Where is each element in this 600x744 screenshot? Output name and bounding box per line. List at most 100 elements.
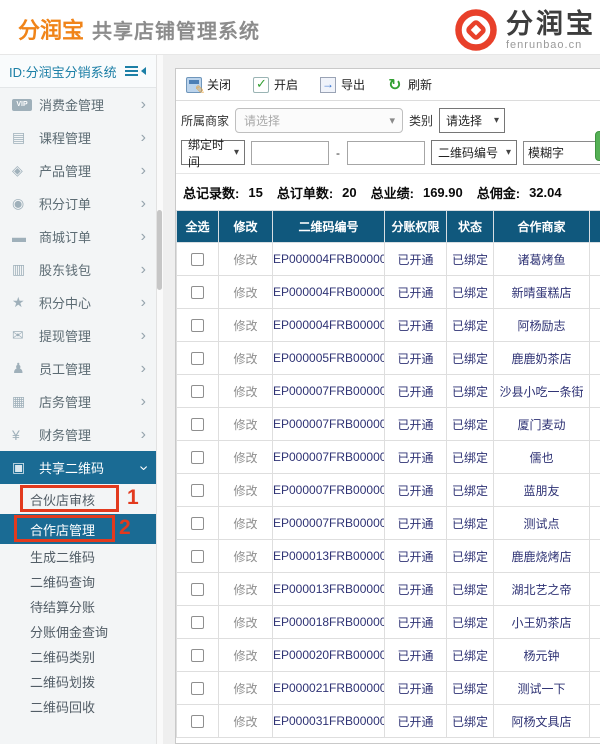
edit-link[interactable]: 修改 bbox=[233, 550, 257, 564]
withdraw-icon: ✉ bbox=[12, 328, 32, 344]
sidebar-item-mall-order[interactable]: ▬商城订单› bbox=[0, 220, 156, 253]
sidebar-item-product[interactable]: ◈产品管理› bbox=[0, 154, 156, 187]
row-checkbox[interactable] bbox=[191, 550, 204, 563]
sidebar-item-finance[interactable]: ¥财务管理› bbox=[0, 418, 156, 451]
sidebar-subitem-coop-store-manage[interactable]: 合作店管理2 bbox=[0, 514, 156, 544]
row-checkbox[interactable] bbox=[191, 616, 204, 629]
row-checkbox[interactable] bbox=[191, 286, 204, 299]
vip-icon: VIP bbox=[12, 99, 32, 111]
sidebar-item-shareholder-wallet[interactable]: ▥股东钱包› bbox=[0, 253, 156, 286]
sidebar-item-course[interactable]: ▤课程管理› bbox=[0, 121, 156, 154]
edit-link[interactable]: 修改 bbox=[233, 286, 257, 300]
permission-status: 已开通 bbox=[385, 309, 447, 342]
merchant-select[interactable]: 请选择 ▾ bbox=[235, 108, 403, 133]
extra-cell bbox=[590, 243, 600, 276]
sidebar-item-label: 积分订单 bbox=[39, 194, 141, 213]
refresh-button[interactable]: 刷新 bbox=[387, 76, 432, 93]
bind-status: 已绑定 bbox=[447, 408, 494, 441]
permission-status: 已开通 bbox=[385, 639, 447, 672]
logo-text: 分润宝 bbox=[506, 9, 596, 39]
bind-status: 已绑定 bbox=[447, 474, 494, 507]
row-checkbox[interactable] bbox=[191, 352, 204, 365]
edit-link[interactable]: 修改 bbox=[233, 682, 257, 696]
table-row: 修改EP000021FRB0000001已开通已绑定测试一下 bbox=[177, 672, 600, 705]
row-checkbox[interactable] bbox=[191, 253, 204, 266]
edit-link[interactable]: 修改 bbox=[233, 616, 257, 630]
permission-status: 已开通 bbox=[385, 441, 447, 474]
open-button[interactable]: 开启 bbox=[253, 76, 298, 93]
edit-link[interactable]: 修改 bbox=[233, 319, 257, 333]
toolbar-button-label: 关闭 bbox=[207, 76, 231, 93]
edit-link[interactable]: 修改 bbox=[233, 418, 257, 432]
column-header: 修改 bbox=[219, 211, 273, 243]
column-header: 分账权限 bbox=[385, 211, 447, 243]
sidebar-subitem-qrcode-transfer[interactable]: 二维码划拨 bbox=[0, 669, 156, 694]
edit-link[interactable]: 修改 bbox=[233, 352, 257, 366]
sidebar-item-label: 店务管理 bbox=[39, 392, 141, 411]
row-checkbox[interactable] bbox=[191, 418, 204, 431]
sidebar-subitem-label: 二维码划拨 bbox=[30, 672, 95, 691]
edit-link[interactable]: 修改 bbox=[233, 649, 257, 663]
row-checkbox[interactable] bbox=[191, 649, 204, 662]
sidebar-subitem-qrcode-query[interactable]: 二维码查询 bbox=[0, 569, 156, 594]
sidebar-subitem-generate-qrcode[interactable]: 生成二维码 bbox=[0, 544, 156, 569]
staff-icon: ♟ bbox=[12, 361, 32, 377]
row-checkbox[interactable] bbox=[191, 385, 204, 398]
export-button[interactable]: 导出 bbox=[320, 76, 365, 93]
filter-bar: 所属商家 请选择 ▾ 类别 请选择 ▾ 绑定时间 ▾ bbox=[176, 101, 600, 174]
sidebar-item-shared-qrcode[interactable]: ▣共享二维码› bbox=[0, 451, 156, 484]
bind-status: 已绑定 bbox=[447, 507, 494, 540]
scrollbar-thumb[interactable] bbox=[157, 210, 162, 290]
edit-link[interactable]: 修改 bbox=[233, 583, 257, 597]
sidebar-subitem-partner-store-audit[interactable]: 合伙店审核1 bbox=[0, 484, 156, 514]
date-to-input[interactable] bbox=[347, 141, 425, 165]
bind-status: 已绑定 bbox=[447, 606, 494, 639]
bind-status: 已绑定 bbox=[447, 342, 494, 375]
row-checkbox[interactable] bbox=[191, 451, 204, 464]
sidebar-subitem-commission-query[interactable]: 分账佣金查询 bbox=[0, 619, 156, 644]
records-value: 15 bbox=[248, 185, 262, 200]
permission-status: 已开通 bbox=[385, 276, 447, 309]
annotation-number: 2 bbox=[119, 516, 131, 540]
commission-value: 32.04 bbox=[529, 185, 562, 200]
chevron-right-icon: › bbox=[141, 394, 146, 410]
sidebar-item-consume-fund[interactable]: VIP消费金管理› bbox=[0, 88, 156, 121]
edit-link[interactable]: 修改 bbox=[233, 484, 257, 498]
sidebar-item-store[interactable]: ▦店务管理› bbox=[0, 385, 156, 418]
edit-link[interactable]: 修改 bbox=[233, 715, 257, 729]
sidebar-item-points-center[interactable]: ★积分中心› bbox=[0, 286, 156, 319]
sidebar-item-points-order[interactable]: ◉积分订单› bbox=[0, 187, 156, 220]
chevron-right-icon: › bbox=[141, 427, 146, 443]
edit-cell: 修改 bbox=[219, 375, 273, 408]
row-checkbox[interactable] bbox=[191, 682, 204, 695]
category-select[interactable]: 请选择 ▾ bbox=[439, 108, 505, 133]
row-checkbox[interactable] bbox=[191, 715, 204, 728]
sidebar-subitem-qrcode-category[interactable]: 二维码类别 bbox=[0, 644, 156, 669]
sidebar-subitem-qrcode-recycle[interactable]: 二维码回收 bbox=[0, 694, 156, 719]
edit-link[interactable]: 修改 bbox=[233, 451, 257, 465]
qrcode-table: 全选修改二维码编号分账权限状态合作商家 修改EP000004FRB0000001… bbox=[176, 210, 600, 738]
edit-link[interactable]: 修改 bbox=[233, 253, 257, 267]
time-type-select[interactable]: 绑定时间 ▾ bbox=[181, 140, 245, 165]
sidebar-item-staff[interactable]: ♟员工管理› bbox=[0, 352, 156, 385]
merchant-filter-label: 所属商家 bbox=[181, 112, 229, 129]
row-checkbox[interactable] bbox=[191, 484, 204, 497]
logo: 分润宝 fenrunbao.cn bbox=[454, 8, 596, 52]
code-field-select[interactable]: 二维码编号 ▾ bbox=[431, 140, 517, 165]
keyword-input[interactable] bbox=[523, 141, 600, 165]
edit-link[interactable]: 修改 bbox=[233, 517, 257, 531]
sidebar-subitem-pending-settlement[interactable]: 待结算分账 bbox=[0, 594, 156, 619]
date-from-input[interactable] bbox=[251, 141, 329, 165]
sidebar-item-label: 产品管理 bbox=[39, 161, 141, 180]
edit-cell: 修改 bbox=[219, 540, 273, 573]
column-header: 合作商家 bbox=[494, 211, 590, 243]
edit-link[interactable]: 修改 bbox=[233, 385, 257, 399]
toolbar-button-label: 刷新 bbox=[408, 76, 432, 93]
row-checkbox[interactable] bbox=[191, 517, 204, 530]
row-checkbox[interactable] bbox=[191, 583, 204, 596]
row-checkbox[interactable] bbox=[191, 319, 204, 332]
search-button[interactable] bbox=[595, 131, 600, 161]
sidebar-item-withdraw[interactable]: ✉提现管理› bbox=[0, 319, 156, 352]
close-button[interactable]: 关闭 bbox=[186, 76, 231, 93]
sidebar-toggle-icon[interactable] bbox=[125, 66, 146, 76]
